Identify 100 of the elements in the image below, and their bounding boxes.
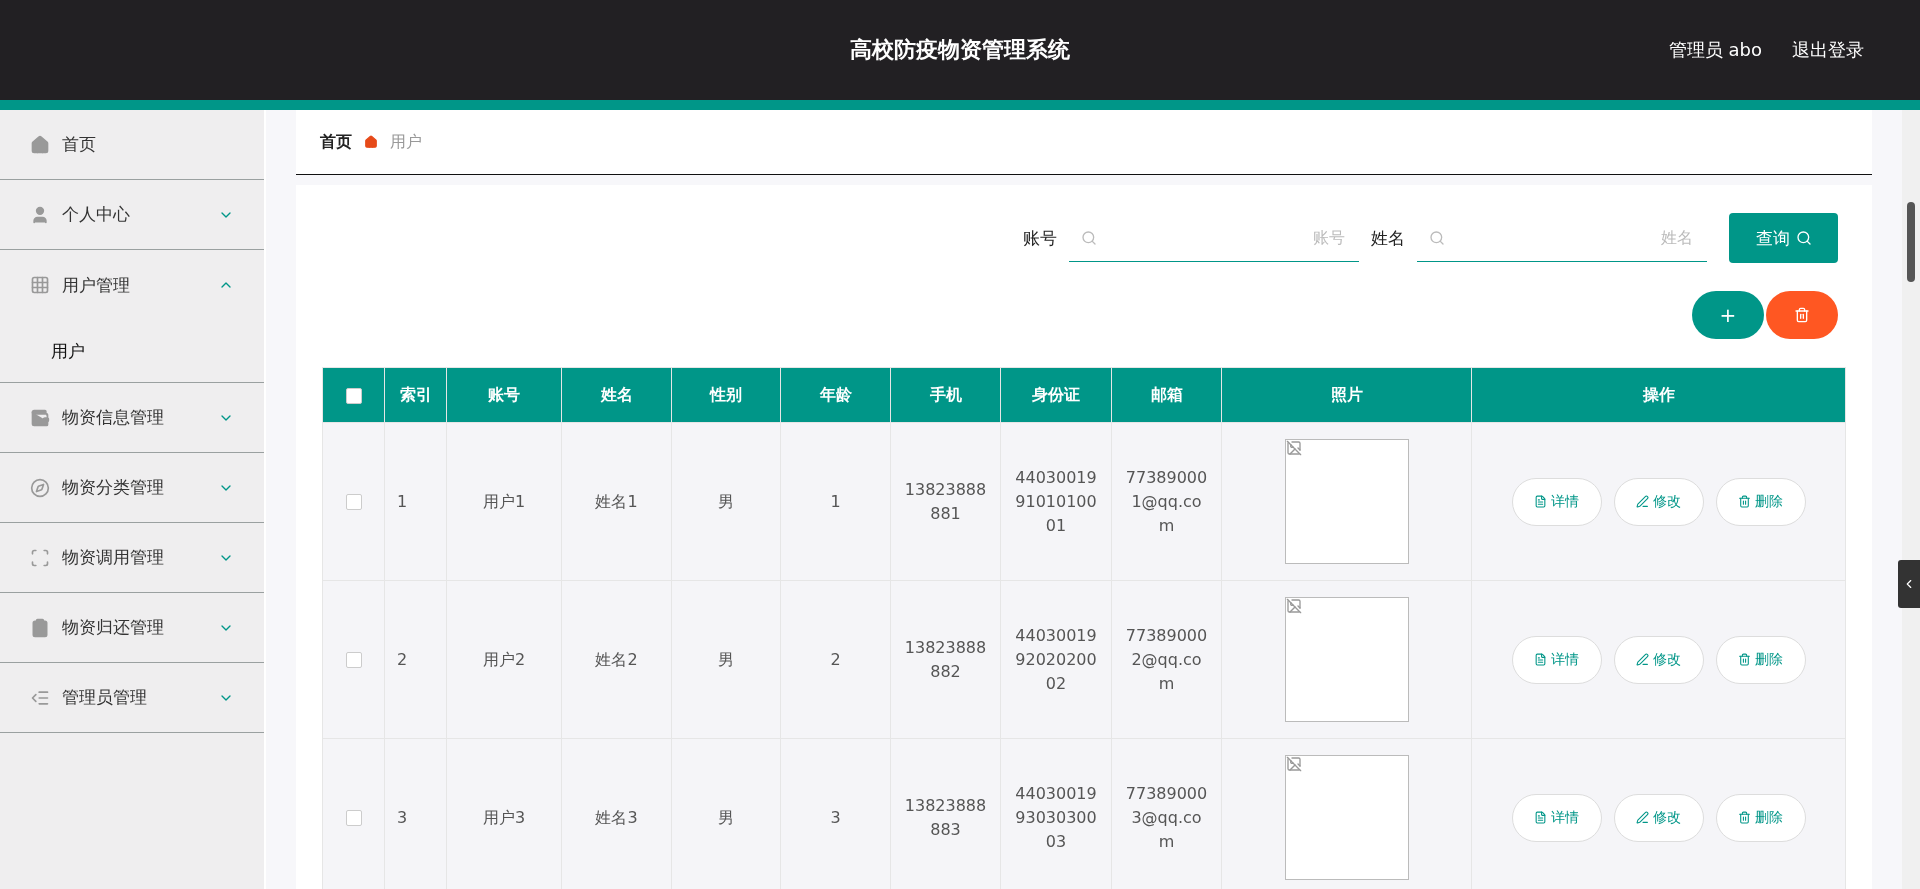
menu-item[interactable]: 管理员管理 bbox=[0, 663, 264, 733]
menu-item[interactable]: 物资分类管理 bbox=[0, 453, 264, 523]
menu-label: 用户管理 bbox=[62, 273, 131, 297]
scrollbar-thumb[interactable] bbox=[1907, 202, 1915, 282]
menu-label: 物资调用管理 bbox=[62, 546, 165, 569]
collapse-tab[interactable] bbox=[1898, 560, 1920, 608]
table-cell: 姓名2 bbox=[561, 580, 672, 739]
menu-label: 物资信息管理 bbox=[62, 406, 165, 429]
column-header: 性别 bbox=[671, 367, 781, 423]
table-cell: 用户2 bbox=[446, 580, 562, 739]
trash-icon bbox=[1738, 653, 1751, 666]
edit-button[interactable]: 修改 bbox=[1613, 477, 1704, 526]
table-cell: 2 bbox=[384, 580, 447, 739]
table-cell: 440300199303030003 bbox=[1000, 738, 1112, 889]
logout-link[interactable]: 退出登录 bbox=[1792, 38, 1864, 62]
pen-icon bbox=[1636, 495, 1649, 508]
search-icon bbox=[1429, 229, 1445, 246]
user-icon bbox=[30, 204, 50, 225]
row-checkbox[interactable] bbox=[345, 810, 362, 826]
table-cell: 773890003@qq.com bbox=[1111, 738, 1222, 889]
query-button[interactable]: 查询 bbox=[1729, 213, 1838, 263]
delete-button[interactable]: 删除 bbox=[1715, 477, 1806, 526]
search-input[interactable]: 账号 bbox=[1097, 227, 1347, 248]
search-field[interactable]: 姓名 bbox=[1417, 214, 1707, 262]
table-cell: 13823888882 bbox=[890, 580, 1001, 739]
clipboard-icon bbox=[30, 617, 50, 638]
table-cell: 男 bbox=[671, 422, 781, 581]
table-cell: 3 bbox=[780, 738, 891, 889]
menu-label: 个人中心 bbox=[62, 203, 131, 226]
edit-button[interactable]: 修改 bbox=[1613, 635, 1704, 684]
trash-icon bbox=[1794, 307, 1810, 323]
table-cell: 1 bbox=[780, 422, 891, 581]
column-header: 年龄 bbox=[780, 367, 891, 423]
search-input[interactable]: 姓名 bbox=[1445, 227, 1695, 248]
menu-item[interactable]: 用户管理 bbox=[0, 250, 264, 320]
column-header: 姓名 bbox=[561, 367, 672, 423]
table-cell: 3 bbox=[384, 738, 447, 889]
table-cell: 13823888883 bbox=[890, 738, 1001, 889]
details-button[interactable]: 详情 bbox=[1511, 793, 1602, 842]
broken-image-icon bbox=[1285, 756, 1302, 772]
menu-item[interactable]: 物资调用管理 bbox=[0, 523, 264, 593]
search-icon bbox=[1795, 230, 1812, 246]
details-button[interactable]: 详情 bbox=[1511, 635, 1602, 684]
column-header: 手机 bbox=[890, 367, 1001, 423]
select-all-checkbox[interactable] bbox=[345, 388, 362, 404]
trash-icon bbox=[1738, 811, 1751, 824]
broken-image-icon bbox=[1285, 598, 1302, 614]
field-label: 账号 bbox=[1023, 226, 1057, 250]
column-header: 照片 bbox=[1221, 367, 1472, 423]
table-cell: 男 bbox=[671, 580, 781, 739]
field-label: 姓名 bbox=[1371, 226, 1405, 250]
submenu-item[interactable]: 用户 bbox=[0, 320, 264, 382]
add-button[interactable]: + bbox=[1692, 291, 1764, 339]
table-cell: 773890002@qq.com bbox=[1111, 580, 1222, 739]
document-icon bbox=[1534, 495, 1547, 508]
delete-button[interactable]: 删除 bbox=[1715, 793, 1806, 842]
breadcrumb-current: 用户 bbox=[390, 131, 422, 153]
menu-item[interactable]: 物资归还管理 bbox=[0, 593, 264, 663]
scan-icon bbox=[30, 547, 50, 568]
pen-icon bbox=[1636, 653, 1649, 666]
table-cell: 用户1 bbox=[446, 422, 562, 581]
compass-icon bbox=[30, 477, 50, 498]
column-header: 账号 bbox=[446, 367, 562, 423]
trash-icon bbox=[1738, 495, 1751, 508]
delete-button[interactable]: 删除 bbox=[1715, 635, 1806, 684]
table-cell: 440300199101010001 bbox=[1000, 422, 1112, 581]
menu-label: 首页 bbox=[62, 133, 97, 156]
table-cell: 773890001@qq.com bbox=[1111, 422, 1222, 581]
breadcrumb-link[interactable]: 首页 bbox=[320, 131, 352, 153]
menu-item[interactable]: 个人中心 bbox=[0, 180, 264, 250]
column-header: 索引 bbox=[384, 367, 447, 423]
wallet-icon bbox=[30, 407, 50, 428]
column-header: 邮箱 bbox=[1111, 367, 1222, 423]
search-field[interactable]: 账号 bbox=[1069, 214, 1359, 262]
home-icon bbox=[30, 134, 50, 155]
row-checkbox[interactable] bbox=[345, 652, 362, 668]
app-title: 高校防疫物资管理系统 bbox=[850, 36, 1070, 64]
table-cell: 2 bbox=[780, 580, 891, 739]
column-header: 操作 bbox=[1471, 367, 1846, 423]
row-checkbox[interactable] bbox=[345, 494, 362, 510]
menu-item[interactable]: 物资信息管理 bbox=[0, 383, 264, 453]
column-header: 身份证 bbox=[1000, 367, 1112, 423]
table-cell: 1 bbox=[384, 422, 447, 581]
home-icon bbox=[364, 135, 378, 149]
menu-label: 物资归还管理 bbox=[62, 616, 165, 639]
table-cell: 男 bbox=[671, 738, 781, 889]
delete-button[interactable] bbox=[1766, 291, 1838, 339]
details-button[interactable]: 详情 bbox=[1511, 477, 1602, 526]
edit-button[interactable]: 修改 bbox=[1613, 793, 1704, 842]
user-label: 管理员 abo bbox=[1668, 38, 1762, 62]
search-icon bbox=[1081, 229, 1097, 246]
menu-label: 管理员管理 bbox=[62, 686, 148, 709]
document-icon bbox=[1534, 653, 1547, 666]
menu-item[interactable]: 首页 bbox=[0, 110, 264, 180]
menu-label: 物资分类管理 bbox=[62, 476, 165, 499]
table-cell: 440300199202020002 bbox=[1000, 580, 1112, 739]
broken-image-icon bbox=[1285, 440, 1302, 456]
grid-icon bbox=[30, 275, 50, 295]
pen-icon bbox=[1636, 811, 1649, 824]
document-icon bbox=[1534, 811, 1547, 824]
